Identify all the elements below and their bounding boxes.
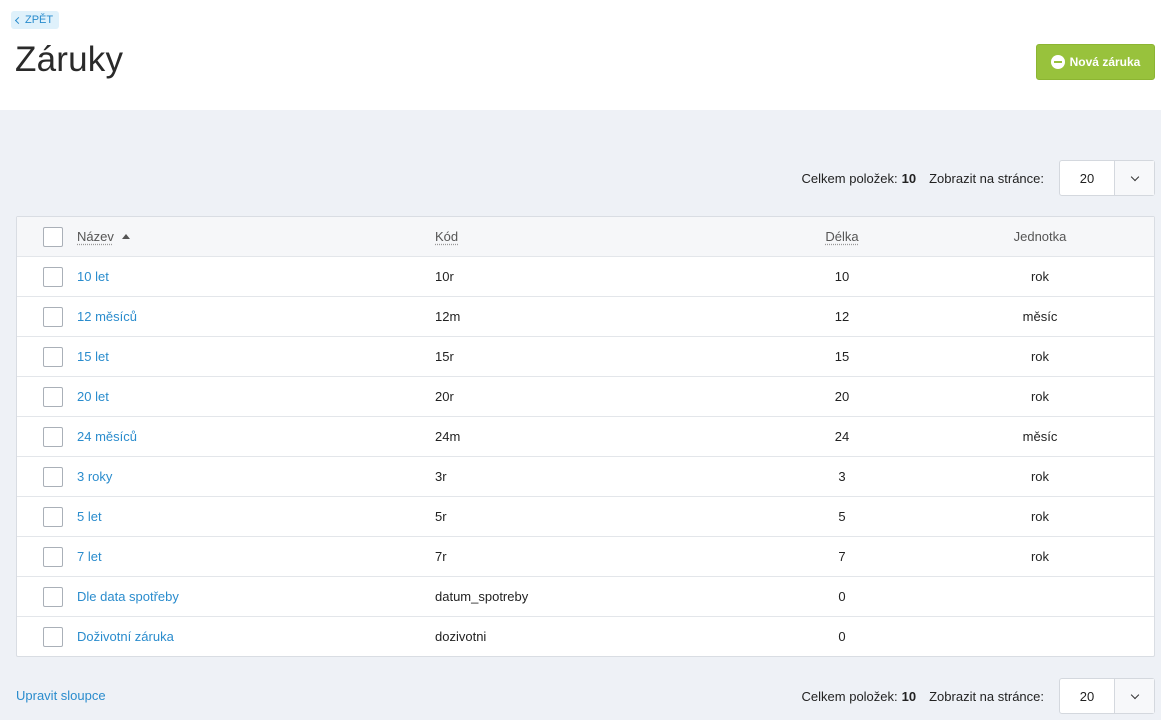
back-button[interactable]: ZPĚT (11, 11, 60, 29)
column-code-label: Kód (435, 229, 459, 244)
warranty-length: 5 (838, 509, 846, 524)
warranty-unit: rok (1030, 509, 1050, 524)
column-header-unit: Jednotka (992, 217, 1088, 257)
sort-ascending-icon (121, 234, 130, 239)
row-checkbox[interactable] (43, 547, 63, 567)
warranty-table: Název Kód Délka Jednotka 10 let 10r 10 rok 1… (16, 216, 1155, 657)
warranty-length: 20 (834, 389, 850, 404)
table-row: 12 měsíců 12m 12 měsíc (17, 297, 1154, 337)
warranty-unit: rok (1030, 549, 1050, 564)
warranty-code: 10r (435, 269, 454, 284)
per-page-value: 20 (1060, 679, 1115, 713)
chevron-left-icon (14, 16, 23, 24)
table-row: 15 let 15r 15 rok (17, 337, 1154, 377)
row-checkbox[interactable] (43, 267, 63, 287)
warranty-name-link[interactable]: Dle data spotřeby (77, 577, 179, 617)
warranty-code: 24m (435, 429, 461, 444)
warranty-code: dozivotni (435, 629, 487, 644)
per-page-select[interactable]: 20 (1059, 160, 1155, 196)
chevron-down-icon (1130, 690, 1139, 699)
per-page-dropdown-button[interactable] (1115, 679, 1154, 713)
warranty-code: datum_spotreby (435, 589, 529, 604)
per-page-label: Zobrazit na stránce: (929, 688, 1044, 704)
table-row: 20 let 20r 20 rok (17, 377, 1154, 417)
warranty-length: 15 (834, 349, 850, 364)
warranty-unit: rok (1030, 349, 1050, 364)
row-checkbox[interactable] (43, 507, 63, 527)
table-row: 24 měsíců 24m 24 měsíc (17, 417, 1154, 457)
new-warranty-button[interactable]: Nová záruka (1036, 44, 1155, 80)
warranty-name-link[interactable]: 12 měsíců (77, 297, 137, 337)
column-name-label: Název (77, 229, 114, 244)
total-label: Celkem položek: (801, 170, 898, 186)
top-pager: Celkem položek: 10 Zobrazit na stránce: … (802, 160, 1155, 196)
total-label: Celkem položek: (801, 688, 898, 704)
row-checkbox[interactable] (43, 347, 63, 367)
table-row: Doživotní záruka dozivotni 0 (17, 617, 1154, 657)
warranty-code: 5r (435, 509, 447, 524)
table-row: 3 roky 3r 3 rok (17, 457, 1154, 497)
warranty-length: 0 (838, 589, 846, 604)
warranty-name-link[interactable]: 5 let (77, 497, 102, 537)
warranty-unit: rok (1030, 389, 1050, 404)
warranty-unit: rok (1030, 469, 1050, 484)
column-length-label: Délka (825, 229, 859, 244)
warranty-code: 15r (435, 349, 454, 364)
table-row: 5 let 5r 5 rok (17, 497, 1154, 537)
row-checkbox[interactable] (43, 387, 63, 407)
edit-columns-link[interactable]: Upravit sloupce (16, 688, 106, 703)
row-checkbox[interactable] (43, 627, 63, 647)
warranty-name-link[interactable]: Doživotní záruka (77, 617, 174, 657)
warranty-code: 20r (435, 389, 454, 404)
row-checkbox[interactable] (43, 587, 63, 607)
minus-circle-icon (1050, 55, 1065, 69)
warranty-length: 3 (838, 469, 846, 484)
warranty-length: 12 (834, 309, 850, 324)
bottom-pager: Celkem položek: 10 Zobrazit na stránce: … (802, 678, 1155, 714)
warranty-name-link[interactable]: 7 let (77, 537, 102, 577)
warranty-length: 24 (834, 429, 850, 444)
warranty-unit: rok (1030, 269, 1050, 284)
table-row: Dle data spotřeby datum_spotreby 0 (17, 577, 1154, 617)
warranty-name-link[interactable]: 24 měsíců (77, 417, 137, 457)
warranty-name-link[interactable]: 20 let (77, 377, 109, 417)
warranty-unit: měsíc (1022, 309, 1058, 324)
warranty-name-link[interactable]: 15 let (77, 337, 109, 377)
page-title: Záruky (15, 40, 124, 79)
per-page-dropdown-button[interactable] (1115, 161, 1154, 195)
warranty-length: 10 (834, 269, 850, 284)
per-page-select[interactable]: 20 (1059, 678, 1155, 714)
table-header-row: Název Kód Délka Jednotka (17, 217, 1154, 257)
chevron-down-icon (1130, 172, 1139, 181)
page-header: ZPĚT Záruky Nová záruka (0, 0, 1161, 110)
warranty-code: 3r (435, 469, 447, 484)
warranty-length: 0 (838, 629, 846, 644)
column-header-name[interactable]: Název (77, 217, 130, 257)
warranty-code: 12m (435, 309, 461, 324)
warranty-code: 7r (435, 549, 447, 564)
total-count: 10 (901, 688, 917, 704)
row-checkbox[interactable] (43, 307, 63, 327)
new-warranty-label: Nová záruka (1069, 55, 1141, 69)
warranty-name-link[interactable]: 3 roky (77, 457, 112, 497)
warranty-unit: měsíc (1022, 429, 1058, 444)
column-unit-label: Jednotka (1013, 229, 1067, 244)
select-all-checkbox[interactable] (43, 227, 63, 247)
per-page-label: Zobrazit na stránce: (929, 170, 1044, 186)
per-page-value: 20 (1060, 161, 1115, 195)
table-body: 10 let 10r 10 rok 12 měsíců 12m 12 měsíc 15 let 1… (17, 257, 1154, 657)
column-header-length[interactable]: Délka (807, 217, 877, 257)
row-checkbox[interactable] (43, 427, 63, 447)
back-label: ZPĚT (25, 14, 54, 26)
column-header-code[interactable]: Kód (435, 217, 458, 257)
warranty-name-link[interactable]: 10 let (77, 257, 109, 297)
row-checkbox[interactable] (43, 467, 63, 487)
total-count: 10 (901, 170, 917, 186)
table-row: 7 let 7r 7 rok (17, 537, 1154, 577)
table-row: 10 let 10r 10 rok (17, 257, 1154, 297)
warranty-length: 7 (838, 549, 846, 564)
